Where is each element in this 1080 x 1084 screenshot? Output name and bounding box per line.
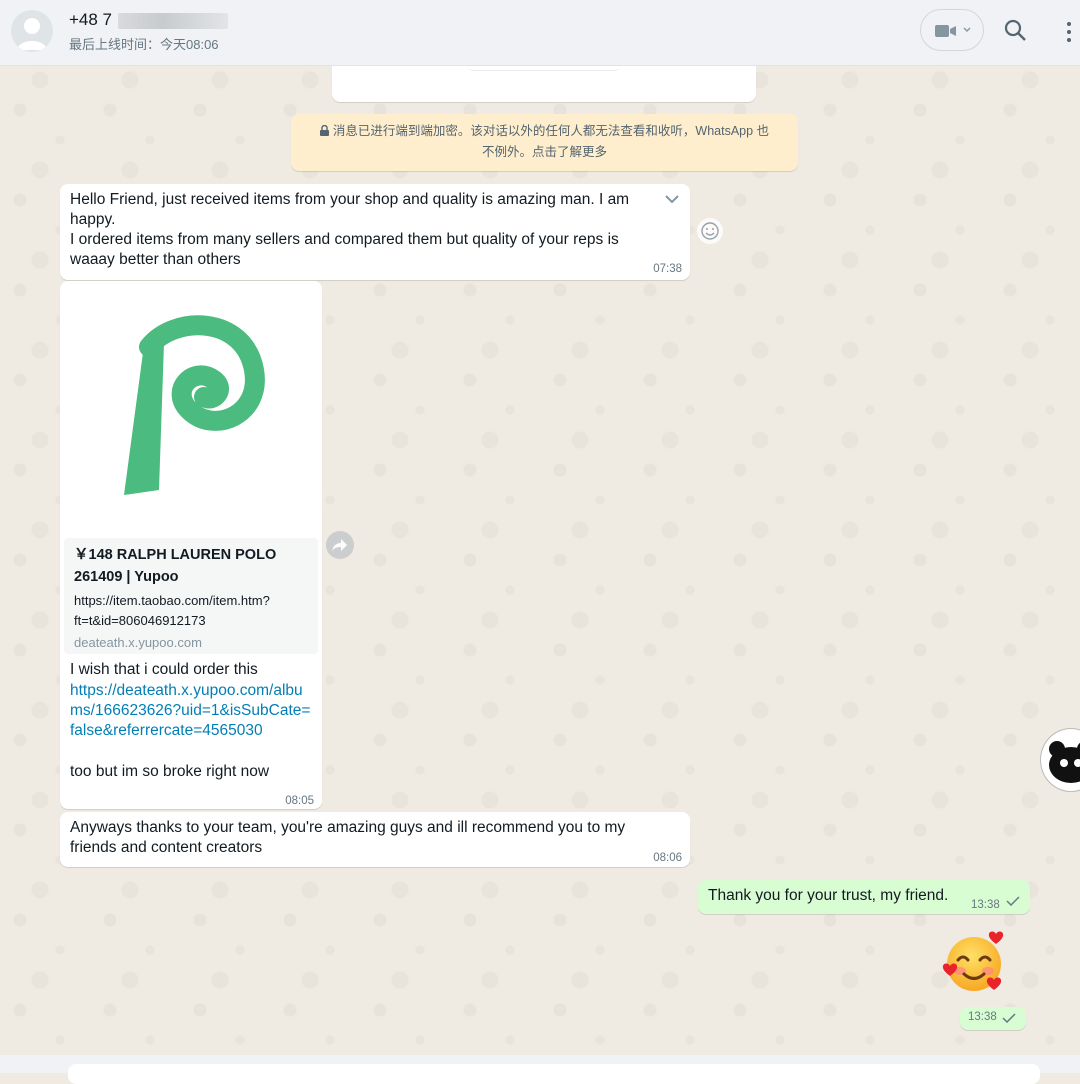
- contact-name[interactable]: +48 7: [69, 10, 229, 30]
- message-text: Hello Friend, just received items from y…: [70, 191, 630, 268]
- video-call-icon: [935, 25, 956, 37]
- link-preview-title: ￥148 RALPH LAUREN POLO 261409 | Yupoo: [74, 547, 277, 585]
- video-call-button[interactable]: [920, 9, 984, 51]
- encryption-notice[interactable]: 消息已进行端到端加密。该对话以外的任何人都无法查看和收听，WhatsApp 也 …: [291, 114, 798, 171]
- emoji-react-button[interactable]: [697, 218, 723, 244]
- forward-button[interactable]: [326, 531, 354, 559]
- message-link[interactable]: https://deateath.x.yupoo.com/albums/1666…: [70, 681, 314, 741]
- message-text: I wish that i could order this: [70, 661, 258, 678]
- message-text: Anyways thanks to your team, you're amaz…: [70, 819, 626, 856]
- message-time: 13:38: [968, 1011, 997, 1023]
- incoming-message[interactable]: Hello Friend, just received items from y…: [60, 184, 690, 280]
- outgoing-message[interactable]: Thank you for your trust, my friend. 13:…: [698, 880, 1030, 914]
- chevron-down-icon: [963, 27, 971, 32]
- message-input[interactable]: [68, 1064, 1040, 1084]
- emoji-icon: [701, 222, 719, 240]
- yupoo-logo: [124, 315, 265, 495]
- encryption-notice-text: 消息已进行端到端加密。该对话以外的任何人都无法查看和收听，WhatsApp 也: [332, 124, 770, 138]
- message-time: 07:38: [653, 263, 682, 275]
- message-text: Thank you for your trust, my friend.: [708, 887, 949, 904]
- sticker-time-badge: 13:38: [960, 1007, 1026, 1030]
- forward-icon: [332, 539, 347, 551]
- message-time: 13:38: [971, 899, 1000, 911]
- chevron-down-icon[interactable]: [664, 194, 680, 204]
- message-time: 08:06: [653, 852, 682, 864]
- incoming-message-with-link[interactable]: ￥148 RALPH LAUREN POLO 261409 | Yupoo ht…: [60, 281, 322, 809]
- avatar-icon[interactable]: [11, 10, 53, 52]
- link-preview-domain: deateath.x.yupoo.com: [74, 635, 202, 650]
- chat-header[interactable]: +48 7 最后上线时间：今天08:06: [0, 0, 1080, 66]
- check-icon: [1006, 896, 1020, 906]
- message-time: 08:05: [285, 795, 314, 807]
- message-text: too but im so broke right now: [70, 763, 270, 780]
- sticker-smiling-face-with-hearts[interactable]: [940, 928, 1008, 996]
- lock-icon: [319, 125, 329, 136]
- last-seen-status: 最后上线时间：今天08:06: [69, 37, 219, 52]
- compose-bar: [0, 1055, 1080, 1084]
- link-preview-image[interactable]: [64, 285, 318, 535]
- check-icon: [1002, 1013, 1016, 1023]
- incoming-message[interactable]: Anyways thanks to your team, you're amaz…: [60, 812, 690, 867]
- menu-icon[interactable]: [1062, 20, 1076, 44]
- search-icon[interactable]: [1003, 18, 1029, 44]
- previous-card: [332, 66, 756, 102]
- link-preview-url: https://item.taobao.com/item.htm?ft=t&id…: [74, 593, 270, 628]
- redacted-number: [118, 12, 229, 29]
- encryption-notice-link[interactable]: 不例外。点击了解更多: [301, 142, 788, 163]
- smiling-face-hearts-icon: [942, 931, 1004, 991]
- link-preview-card[interactable]: ￥148 RALPH LAUREN POLO 261409 | Yupoo ht…: [64, 538, 318, 654]
